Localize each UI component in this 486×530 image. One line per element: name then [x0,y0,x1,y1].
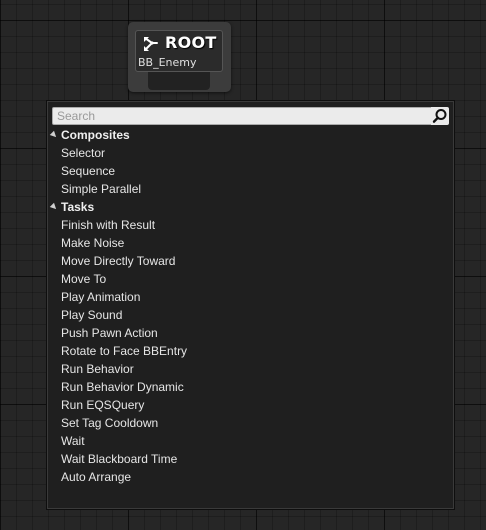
root-output-pin[interactable] [148,72,210,90]
menu-item-wait-blackboard-time[interactable]: Wait Blackboard Time [47,450,454,468]
menu-item-play-animation[interactable]: Play Animation [47,288,454,306]
menu-item-finish-with-result[interactable]: Finish with Result [47,216,454,234]
root-node[interactable]: ROOT BB_Enemy [128,22,231,92]
collapse-arrow-icon[interactable] [49,202,59,212]
menu-item-sequence[interactable]: Sequence [47,162,454,180]
menu-item-move-to[interactable]: Move To [47,270,454,288]
menu-item-set-tag-cooldown[interactable]: Set Tag Cooldown [47,414,454,432]
category-composites[interactable]: Composites [47,126,454,144]
search-input[interactable] [52,107,434,125]
menu-item-run-behavior[interactable]: Run Behavior [47,360,454,378]
root-node-blackboard: BB_Enemy [138,56,197,69]
menu-item-wait[interactable]: Wait [47,432,454,450]
category-tasks[interactable]: Tasks [47,198,454,216]
category-label: Composites [61,128,130,142]
menu-item-push-pawn-action[interactable]: Push Pawn Action [47,324,454,342]
node-list: Composites Selector Sequence Simple Para… [47,126,454,486]
search-icon[interactable] [431,107,449,125]
root-node-title: ROOT [165,33,217,52]
add-node-context-menu: Composites Selector Sequence Simple Para… [46,100,455,510]
menu-item-run-eqsquery[interactable]: Run EQSQuery [47,396,454,414]
menu-item-auto-arrange[interactable]: Auto Arrange [47,468,454,486]
category-label: Tasks [61,200,95,214]
menu-item-make-noise[interactable]: Make Noise [47,234,454,252]
menu-item-run-behavior-dynamic[interactable]: Run Behavior Dynamic [47,378,454,396]
menu-item-selector[interactable]: Selector [47,144,454,162]
tree-branch-icon [144,37,158,51]
menu-item-rotate-to-face-bbentry[interactable]: Rotate to Face BBEntry [47,342,454,360]
menu-item-move-directly-toward[interactable]: Move Directly Toward [47,252,454,270]
menu-item-play-sound[interactable]: Play Sound [47,306,454,324]
root-node-header: ROOT BB_Enemy [135,30,223,72]
menu-item-simple-parallel[interactable]: Simple Parallel [47,180,454,198]
collapse-arrow-icon[interactable] [49,130,59,140]
